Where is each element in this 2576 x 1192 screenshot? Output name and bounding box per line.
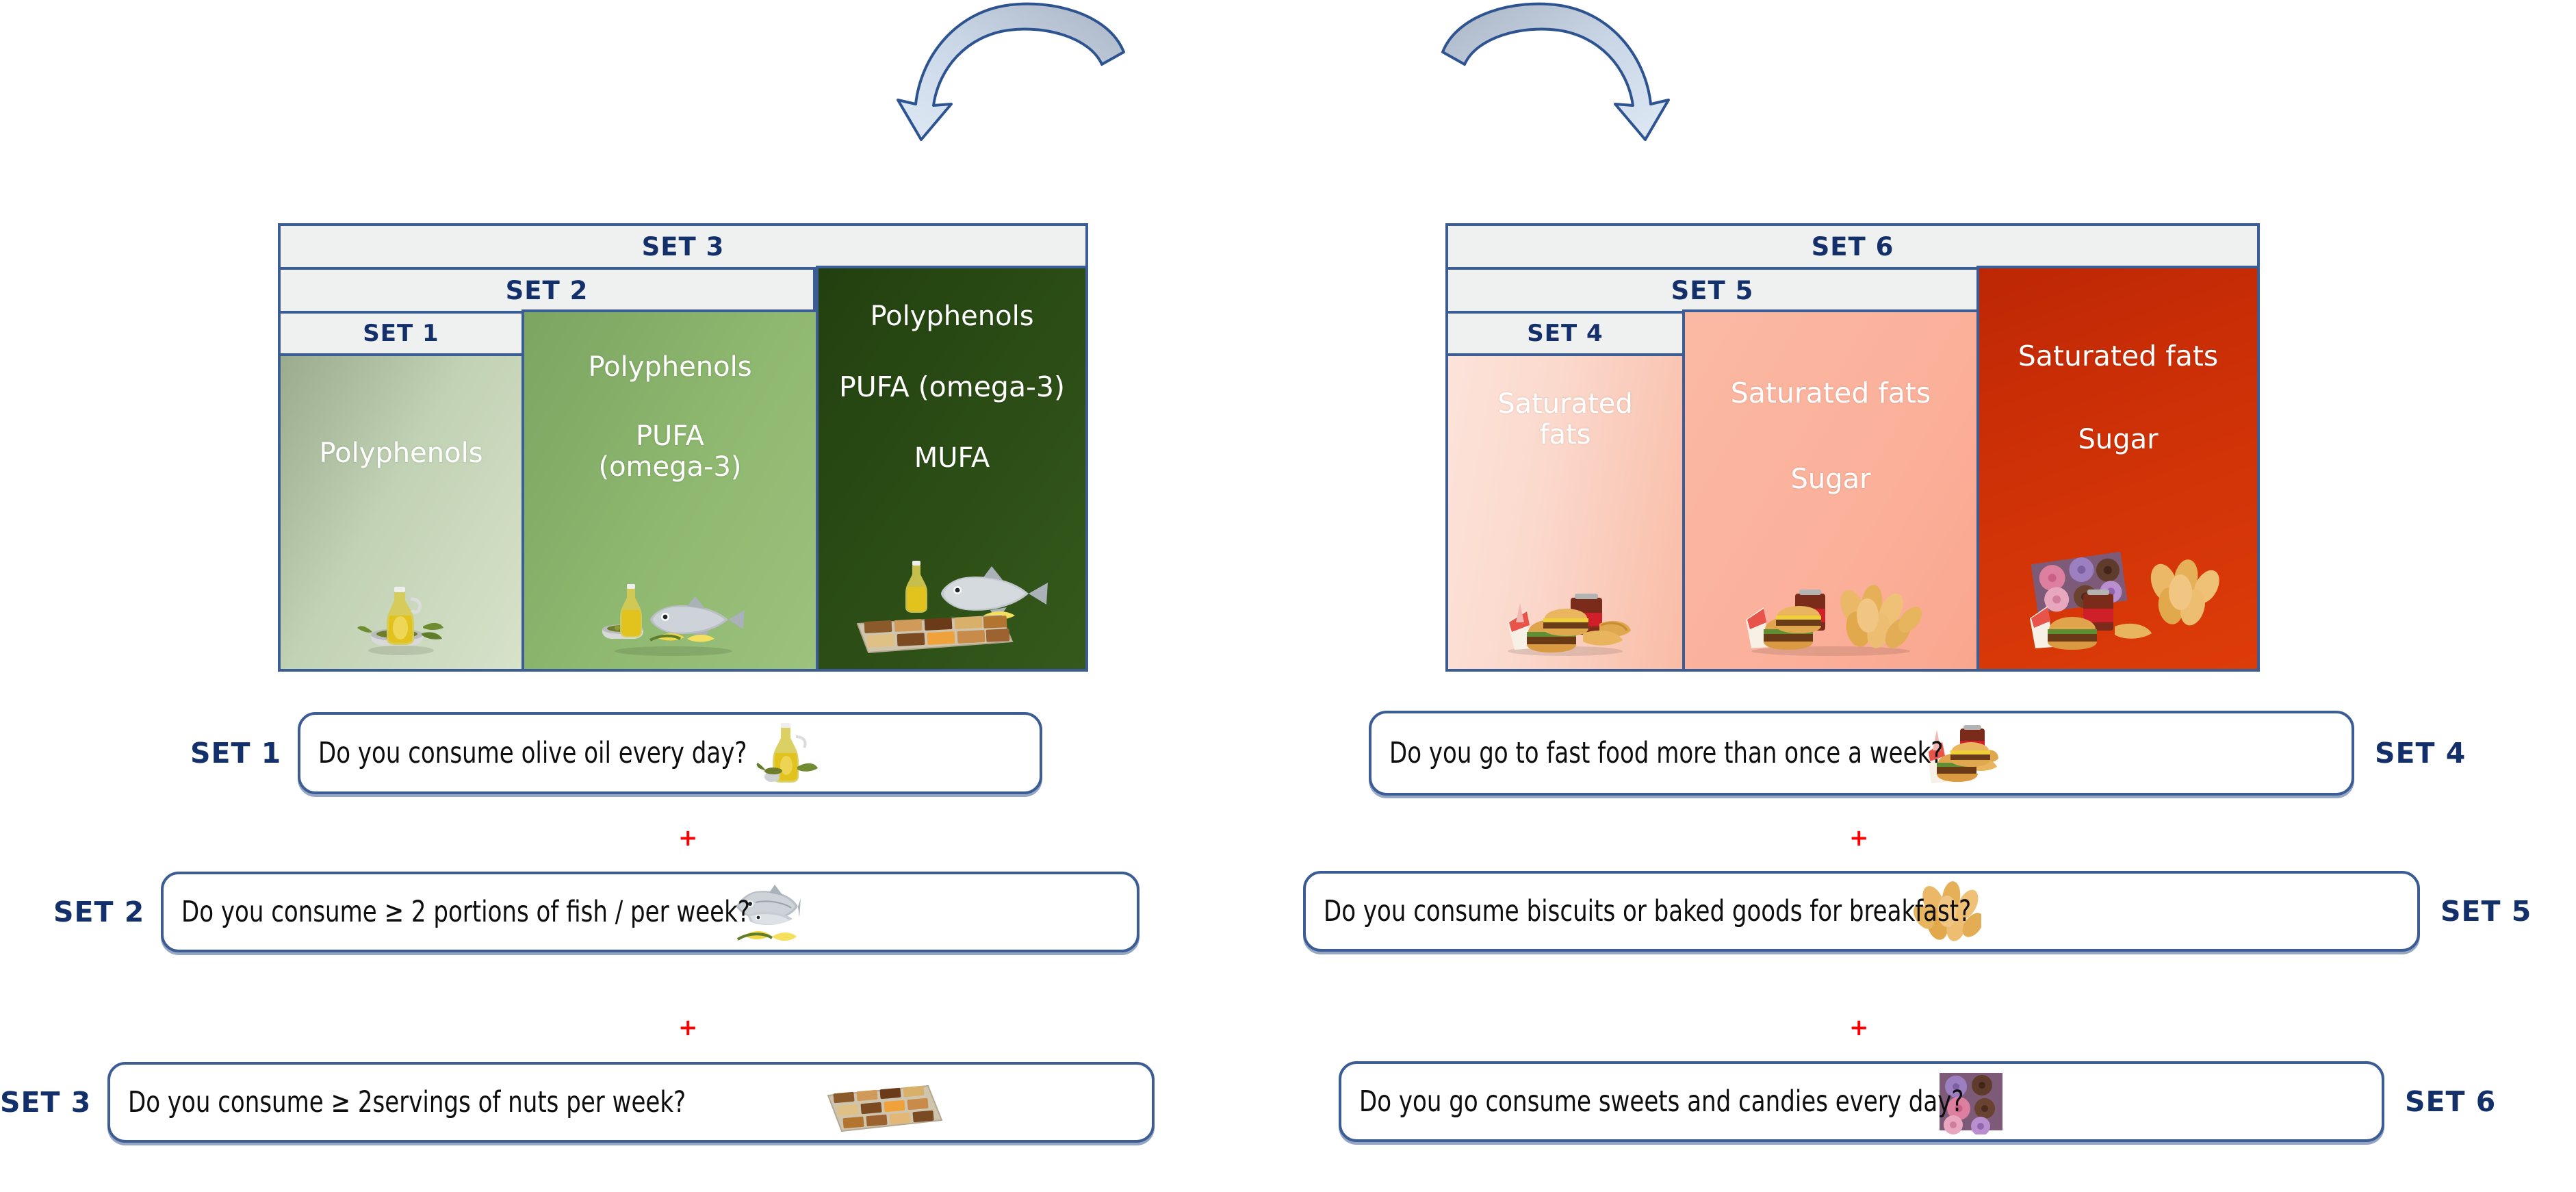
question-row-set-6: Do you go consume sweets and candies eve…: [1339, 1061, 2496, 1142]
question-box[interactable]: Do you consume biscuits or baked goods f…: [1303, 871, 2420, 952]
band-set-3: SET 3: [278, 223, 1088, 270]
nutrient-label: PUFA (omega-3): [839, 370, 1065, 403]
band-set-4-label: SET 4: [1527, 320, 1603, 347]
nutrient-label: fats: [1539, 418, 1591, 451]
band-set-4: SET 4: [1445, 311, 1685, 356]
panel-set-1-mediterranean: Polyphenols: [278, 353, 524, 672]
band-set-2: SET 2: [278, 267, 816, 314]
question-text: Do you go to fast food more than once a …: [1389, 736, 1944, 770]
plus-separator: +: [678, 1014, 698, 1041]
question-box[interactable]: Do you consume ≥ 2servings of nuts per w…: [107, 1062, 1155, 1143]
question-text: Do you consume biscuits or baked goods f…: [1324, 894, 1972, 928]
fast-food-icon: [1497, 583, 1634, 659]
question-box[interactable]: Do you consume ≥ 2 portions of fish / pe…: [161, 872, 1140, 952]
question-box[interactable]: Do you go consume sweets and candies eve…: [1339, 1061, 2384, 1142]
question-row-set-4: Do you go to fast food more than once a …: [1369, 711, 2466, 796]
band-set-5-label: SET 5: [1671, 275, 1754, 305]
question-text: Do you consume ≥ 2servings of nuts per w…: [128, 1085, 686, 1119]
nutrient-label: Saturated fats: [1730, 377, 1931, 409]
question-row-set-3: SET 3 Do you consume ≥ 2servings of nuts…: [0, 1062, 1155, 1143]
question-set-tag: SET 1: [190, 737, 282, 770]
question-set-tag: SET 3: [0, 1086, 92, 1119]
band-set-6: SET 6: [1445, 223, 2260, 270]
band-set-1-label: SET 1: [363, 320, 439, 347]
panel-set-2-mediterranean: Polyphenols PUFA (omega-3): [521, 309, 819, 672]
panel-set-5-western: Saturated fats Sugar: [1682, 309, 1979, 672]
nutrient-label: (omega-3): [598, 451, 742, 483]
nutrient-label: Sugar: [1790, 463, 1871, 495]
fast-food-biscuits-and-donuts-icon: [2012, 547, 2224, 659]
question-row-set-2: SET 2 Do you consume ≥ 2 portions of fis…: [53, 872, 1140, 952]
band-set-2-label: SET 2: [505, 275, 589, 305]
nutrient-label: Sugar: [2078, 423, 2159, 455]
question-set-tag: SET 2: [53, 896, 145, 928]
arrow-to-mediterranean-stack: [897, 2, 1125, 141]
question-set-tag: SET 6: [2405, 1085, 2497, 1118]
band-set-6-label: SET 6: [1811, 231, 1894, 262]
band-set-1: SET 1: [278, 311, 524, 356]
olive-oil-and-fish-icon: [591, 574, 749, 659]
western-set-stack: SET 6 SET 5 SET 4 Saturated fats Saturat…: [1445, 223, 2260, 672]
nutrient-label: Polyphenols: [870, 301, 1034, 332]
olive-oil-fish-and-nuts-icon: [849, 544, 1055, 659]
question-text: Do you consume ≥ 2 portions of fish / pe…: [181, 895, 751, 929]
band-set-5: SET 5: [1445, 267, 1979, 314]
arrow-to-western-stack: [1441, 2, 1670, 141]
nutrient-label: Polyphenols: [319, 438, 483, 469]
band-set-3-label: SET 3: [641, 231, 725, 262]
panel-set-6-western: Saturated fats Sugar: [1976, 266, 2260, 672]
nutrient-label: PUFA: [635, 420, 705, 452]
question-text: Do you consume olive oil every day?: [318, 736, 747, 770]
mediterranean-set-stack: SET 3 SET 2 SET 1 Polyphenols Polyphenol…: [278, 223, 1088, 672]
nutrient-label: Saturated: [1497, 388, 1633, 420]
plus-separator: +: [1849, 824, 1869, 852]
question-row-set-5: Do you consume biscuits or baked goods f…: [1303, 871, 2532, 952]
question-text: Do you go consume sweets and candies eve…: [1359, 1085, 1964, 1119]
olive-oil-icon: [756, 719, 819, 787]
panel-set-3-mediterranean: Polyphenols PUFA (omega-3) MUFA: [816, 266, 1088, 672]
question-box[interactable]: Do you consume olive oil every day?: [298, 712, 1043, 794]
question-set-tag: SET 4: [2375, 737, 2466, 770]
fast-food-and-biscuits-icon: [1738, 576, 1924, 659]
nuts-tray-icon: [824, 1071, 946, 1134]
panel-set-4-western: Saturated fats: [1445, 353, 1685, 672]
nutrient-label: Polyphenols: [588, 351, 752, 383]
question-set-tag: SET 5: [2440, 895, 2532, 928]
plus-separator: +: [678, 824, 698, 852]
nutrient-label: Saturated fats: [2018, 340, 2219, 372]
olive-oil-icon: [356, 580, 446, 659]
question-box[interactable]: Do you go to fast food more than once a …: [1369, 711, 2354, 796]
nutrient-label: MUFA: [914, 442, 990, 474]
question-row-set-1: SET 1 Do you consume olive oil every day…: [190, 712, 1043, 794]
plus-separator: +: [1849, 1014, 1869, 1041]
